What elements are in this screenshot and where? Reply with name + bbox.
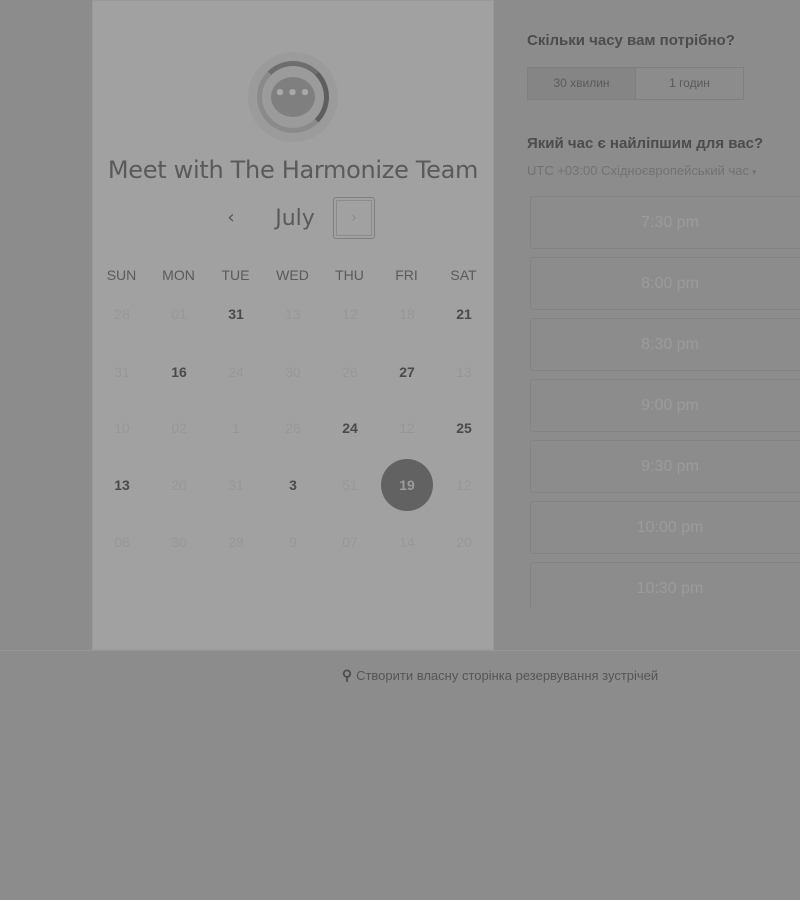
duration-option-60[interactable]: 1 годин [636,68,743,99]
calendar-day: 12 [399,420,415,436]
calendar-day-selected[interactable]: 19 [381,459,433,511]
time-selection-panel: Скільки часу вам потрібно? 30 хвилин 1 г… [527,0,800,650]
calendar-grid: 28 01 31 13 12 18 21 31 16 24 30 26 27 13 10 02 1 26 24 12 2… [93,1,493,651]
calendar-day[interactable]: 3 [267,459,319,511]
calendar-day[interactable]: 24 [324,402,376,454]
calendar-day: 30 [171,534,187,550]
calendar-day: 31 [228,477,244,493]
calendar-day[interactable]: 16 [153,346,205,398]
calendar-day[interactable]: 25 [438,402,490,454]
time-slot-button[interactable]: 8:30 pm [530,318,800,371]
calendar-day: 02 [171,420,187,436]
footer-link-text: Створити власну сторінка резервування зу… [356,667,659,683]
calendar-day: 30 [285,364,301,380]
time-question: Який час є найліпшим для вас? [527,135,764,152]
footer: ⚲ Створити власну сторінка резервування … [0,650,800,701]
calendar-day: 14 [399,534,415,550]
calendar-day: 51 [342,477,358,493]
calendar-day: 26 [342,364,358,380]
calendar-day: 20 [456,534,472,550]
calendar-day: 12 [456,477,472,493]
calendar-day: 12 [342,306,358,322]
time-slot-button[interactable]: 9:30 pm [530,440,800,493]
duration-toggle: 30 хвилин 1 годин [527,67,744,100]
calendar-day: 10 [114,420,130,436]
calendar-day: 1 [232,420,240,436]
calendar-day: 24 [228,364,244,380]
calendar-day[interactable]: 21 [438,288,490,340]
calendar-day: 28 [114,306,130,322]
calendar-day[interactable]: 31 [210,288,262,340]
time-slot-button[interactable]: 10:30 pm [530,562,800,608]
booking-card: ••• Meet with The Harmonize Team ‹ July … [92,0,494,650]
time-slot-list[interactable]: 7:30 pm 8:00 pm 8:30 pm 9:00 pm 9:30 pm 10:00… [530,196,800,608]
timezone-label: UTC +03:00 Східноєвропейський час [527,163,749,178]
time-slot-button[interactable]: 10:00 pm [530,501,800,554]
chevron-down-icon: ▾ [751,167,757,177]
calendar-day: 13 [456,364,472,380]
time-slot-button[interactable]: 7:30 pm [530,196,800,249]
duration-question: Скільки часу вам потрібно? [527,32,735,49]
create-booking-page-link[interactable]: ⚲ Створити власну сторінка резервування … [0,651,800,699]
calendar-day: 26 [285,420,301,436]
calendar-day: 18 [399,306,415,322]
time-slot-button[interactable]: 8:00 pm [530,257,800,310]
calendar-day: 20 [171,477,187,493]
calendar-day: 9 [289,534,297,550]
calendar-day[interactable]: 13 [96,459,148,511]
calendar-day: 31 [114,364,130,380]
timezone-select[interactable]: UTC +03:00 Східноєвропейський час ▾ [527,163,757,178]
calendar-day: 13 [285,306,301,322]
time-slot-button[interactable]: 9:00 pm [530,379,800,432]
calendar-day: 28 [228,534,244,550]
calendar-day: 07 [342,534,358,550]
hubspot-icon: ⚲ [341,666,353,683]
calendar-day: 01 [171,306,187,322]
calendar-day: 08 [114,534,130,550]
duration-option-30[interactable]: 30 хвилин [528,68,636,99]
calendar-day[interactable]: 27 [381,346,433,398]
